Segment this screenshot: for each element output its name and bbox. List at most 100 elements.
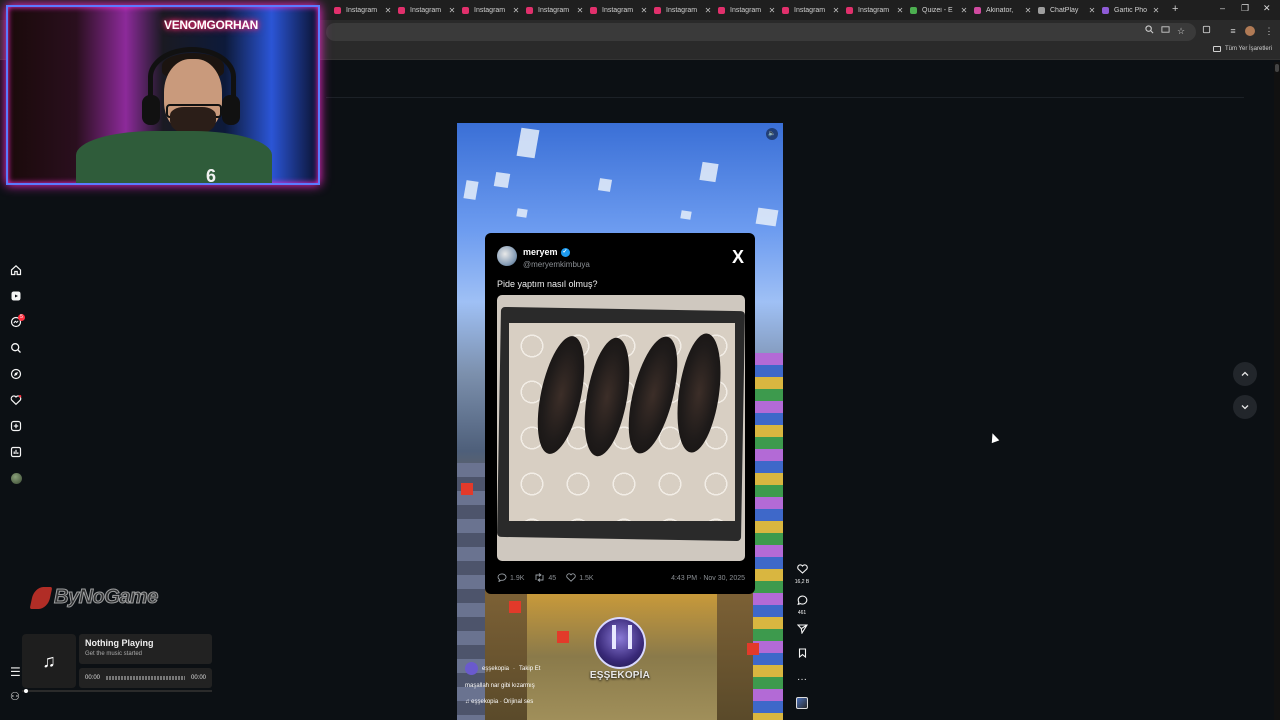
tweet-card: meryem ✓ @meryemkimbuya X Pide yaptım na…	[485, 233, 755, 594]
tab-close-icon[interactable]: ✕	[576, 6, 584, 15]
more-options-button[interactable]: ···	[792, 674, 812, 686]
zoom-icon[interactable]	[1143, 25, 1155, 37]
browser-menu-icon[interactable]: ⋮	[1263, 25, 1275, 37]
tab-favicon-icon	[334, 7, 341, 14]
like-count: 1.5K	[579, 575, 594, 582]
browser-tab[interactable]: Instagram ✕	[394, 2, 456, 19]
menu-icon[interactable]: ☰	[10, 665, 24, 679]
notifications-icon[interactable]	[6, 390, 26, 410]
sky-cloud	[516, 208, 528, 218]
maximize-button[interactable]: ❐	[1241, 3, 1249, 14]
tab-close-icon[interactable]: ✕	[448, 6, 456, 15]
reel-audio[interactable]: ♫ eşşekopia · Orijinal ses	[465, 699, 540, 705]
avatar	[10, 472, 22, 484]
profile-avatar-icon[interactable]	[1244, 25, 1256, 37]
browser-tab[interactable]: Instagram ✕	[330, 2, 392, 19]
tab-title: Instagram	[794, 7, 826, 14]
music-scrubber-handle[interactable]	[24, 689, 28, 693]
comment-icon	[792, 595, 812, 609]
save-button[interactable]	[792, 648, 812, 662]
browser-tab[interactable]: Instagram ✕	[714, 2, 776, 19]
streamer-shirt	[76, 131, 272, 183]
bookmark-star-icon[interactable]: ☆	[1175, 25, 1187, 37]
address-bar[interactable]	[326, 23, 1196, 41]
send-icon	[792, 624, 812, 638]
audio-thumbnail[interactable]	[796, 697, 808, 709]
create-icon[interactable]	[6, 416, 26, 436]
tab-close-icon[interactable]: ✕	[1152, 6, 1160, 15]
red-block	[509, 601, 521, 613]
extensions-icon[interactable]	[1200, 25, 1212, 37]
like-button[interactable]: 16,2 B	[792, 564, 812, 585]
dashboard-icon[interactable]	[6, 442, 26, 462]
browser-tab[interactable]: Instagram ✕	[842, 2, 904, 19]
tab-close-icon[interactable]: ✕	[512, 6, 520, 15]
minimize-button[interactable]: –	[1220, 3, 1225, 13]
browser-tab[interactable]: Akinator, ✕	[970, 2, 1032, 19]
reel-author[interactable]: eşşekopia	[482, 666, 509, 672]
tab-favicon-icon	[910, 7, 917, 14]
tab-title: Instagram	[666, 7, 698, 14]
tab-close-icon[interactable]: ✕	[384, 6, 392, 15]
previous-reel-button[interactable]	[1233, 362, 1257, 386]
tab-close-icon[interactable]: ✕	[896, 6, 904, 15]
tweet-stats: 1.9K 45 1.5K 4:43 PM · Nov 30, 2025	[497, 573, 745, 584]
dot-separator: ·	[513, 665, 516, 672]
tab-favicon-icon	[974, 7, 981, 14]
window-close-button[interactable]: ✕	[1263, 3, 1271, 14]
author-avatar[interactable]	[465, 662, 478, 675]
scrollbar-thumb[interactable]	[1275, 64, 1279, 72]
reel-author-row: eşşekopia · Takip Et	[465, 662, 540, 675]
channel-logo	[594, 617, 646, 669]
tab-close-icon[interactable]: ✕	[640, 6, 648, 15]
search-icon[interactable]	[6, 338, 26, 358]
tweet-timestamp: 4:43 PM · Nov 30, 2025	[671, 575, 745, 582]
music-progress-bar[interactable]	[106, 676, 185, 680]
cast-icon[interactable]	[1159, 25, 1171, 37]
headset-right	[222, 95, 240, 125]
tab-close-icon[interactable]: ✕	[768, 6, 776, 15]
home-icon[interactable]	[6, 260, 26, 280]
media-control-icon[interactable]: ≡	[1227, 25, 1239, 37]
profile-avatar[interactable]	[6, 468, 26, 488]
tab-close-icon[interactable]: ✕	[960, 6, 968, 15]
tab-title: Instagram	[602, 7, 634, 14]
tweet-handle: @meryemkimbuya	[523, 260, 590, 269]
mute-button[interactable]: 🔈	[766, 128, 778, 140]
browser-tab[interactable]: Instagram ✕	[778, 2, 840, 19]
scrollbar[interactable]	[1274, 62, 1280, 720]
share-button[interactable]	[792, 624, 812, 638]
next-reel-button[interactable]	[1233, 395, 1257, 419]
browser-tab[interactable]: Quizei - E ✕	[906, 2, 968, 19]
browser-tab[interactable]: Gartic Pho ✕	[1098, 2, 1160, 19]
music-time-end: 00:00	[190, 675, 206, 681]
retweet-count: 45	[548, 575, 557, 582]
tab-favicon-icon	[782, 7, 789, 14]
browser-tab[interactable]: Instagram ✕	[586, 2, 648, 19]
more-icon[interactable]: ⚇	[10, 690, 24, 704]
music-scrubber[interactable]	[22, 690, 212, 692]
reel-comment-count: 461	[797, 610, 807, 616]
messages-icon[interactable]: 5	[6, 312, 26, 332]
reels-icon[interactable]	[6, 286, 26, 306]
tab-close-icon[interactable]: ✕	[704, 6, 712, 15]
browser-tab[interactable]: Instagram ✕	[650, 2, 712, 19]
new-tab-button[interactable]: +	[1172, 3, 1178, 15]
browser-tab[interactable]: ChatPlay ✕	[1034, 2, 1096, 19]
sky-cloud	[516, 127, 540, 159]
comment-button[interactable]: 461	[792, 595, 812, 616]
browser-tab[interactable]: Instagram ✕	[522, 2, 584, 19]
follow-button[interactable]: Takip Et	[519, 666, 540, 672]
browser-tab[interactable]: Instagram ✕	[458, 2, 520, 19]
headset-left	[142, 95, 160, 125]
all-bookmarks-button[interactable]: Tüm Yer İşaretleri	[1212, 46, 1272, 52]
shirt-number: 6	[205, 166, 216, 185]
tab-close-icon[interactable]: ✕	[1088, 6, 1096, 15]
tweet-photo	[497, 295, 745, 561]
explore-icon[interactable]	[6, 364, 26, 384]
reel-caption: maşallah nar gibi kızarmış	[465, 683, 535, 689]
channel-logo-text: EŞŞEKOPİA	[589, 670, 651, 681]
tab-title: Instagram	[730, 7, 762, 14]
tab-close-icon[interactable]: ✕	[832, 6, 840, 15]
tab-close-icon[interactable]: ✕	[1024, 6, 1032, 15]
